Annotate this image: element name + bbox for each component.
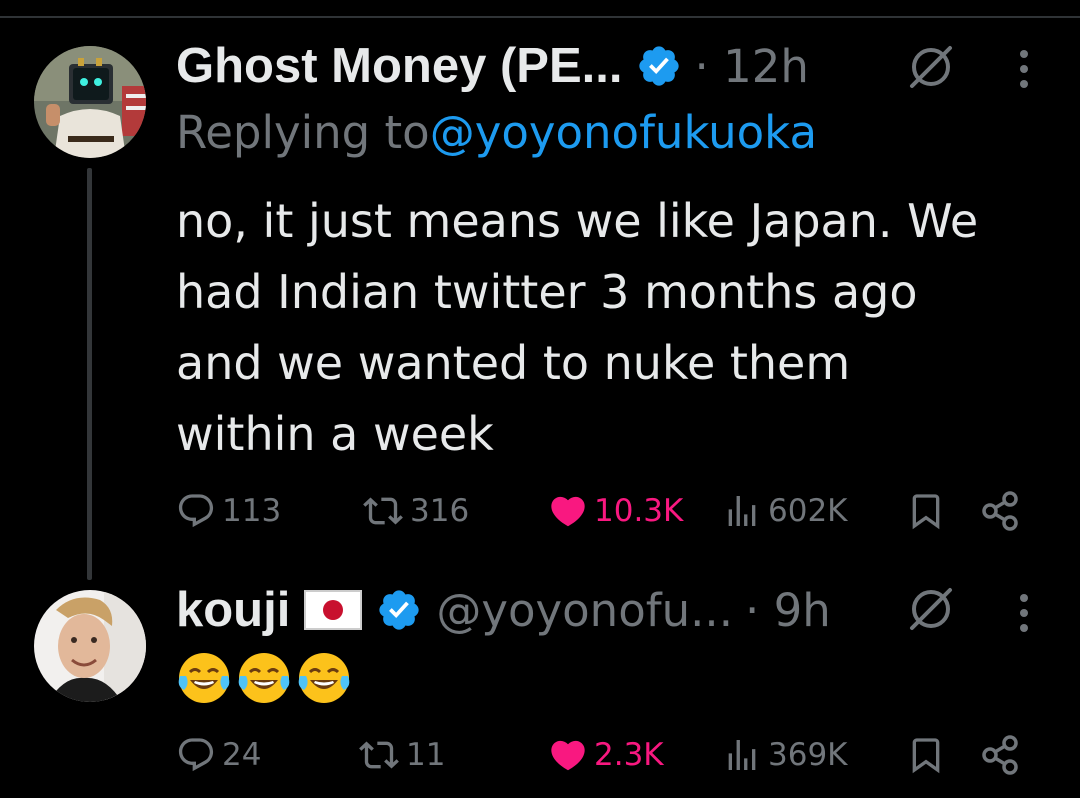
replying-handle-link[interactable]: @yoyonofukuoka — [430, 106, 817, 159]
views-button[interactable]: 602K — [722, 486, 848, 536]
bookmark-icon — [912, 494, 940, 530]
bookmark-button[interactable] — [906, 730, 946, 780]
like-count: 2.3K — [594, 737, 664, 773]
repost-icon — [363, 497, 403, 525]
bookmark-button[interactable] — [906, 486, 946, 536]
repost-button[interactable]: 316 — [362, 486, 469, 536]
author-name[interactable]: Ghost Money (PE... — [176, 38, 622, 94]
avatar-ghost-money[interactable] — [34, 46, 146, 158]
verified-badge-icon — [636, 43, 682, 89]
tweet-time[interactable]: · 9h — [745, 584, 831, 637]
reply-button[interactable]: 24 — [176, 730, 261, 780]
share-button[interactable] — [980, 730, 1022, 780]
tweet-text-line: and we wanted to nuke them — [176, 336, 851, 390]
grok-icon[interactable] — [906, 42, 956, 92]
reply-button[interactable]: 113 — [176, 486, 281, 536]
thread-line — [87, 168, 92, 580]
repost-count: 11 — [406, 737, 446, 773]
tweet-actions: 24 11 2.3K 369K — [176, 730, 1046, 780]
share-button[interactable] — [980, 486, 1022, 536]
tweet-text-line: had Indian twitter 3 months ago — [176, 265, 918, 319]
reply-count: 24 — [222, 737, 262, 773]
like-icon — [551, 496, 585, 527]
avatar-kouji[interactable] — [34, 590, 146, 702]
bookmark-icon — [912, 738, 940, 774]
reply-icon — [178, 494, 214, 528]
views-icon — [728, 740, 756, 770]
laughing-emoji-icon — [178, 653, 230, 703]
tweet-actions: 113 316 10.3K 602K — [176, 486, 1046, 536]
views-icon — [728, 496, 756, 526]
japan-flag-icon — [304, 590, 363, 630]
reply-icon — [178, 738, 214, 772]
views-count: 602K — [768, 493, 848, 529]
reply-count: 113 — [222, 493, 282, 529]
author-handle[interactable]: @yoyonofu... — [436, 584, 733, 637]
more-icon[interactable] — [1016, 590, 1032, 636]
like-button[interactable]: 10.3K — [548, 486, 683, 536]
repost-button[interactable]: 11 — [358, 730, 445, 780]
top-divider — [0, 16, 1080, 18]
tweet-text-line: no, it just means we like Japan. We — [176, 194, 979, 248]
repost-icon — [359, 741, 399, 769]
repost-count: 316 — [410, 493, 470, 529]
like-count: 10.3K — [594, 493, 684, 529]
share-icon — [982, 491, 1018, 531]
share-icon — [982, 735, 1018, 775]
author-name[interactable]: kouji — [176, 582, 290, 638]
tweet-text-line: within a week — [176, 407, 494, 461]
laughing-emoji-icon — [298, 653, 350, 703]
tweet-text: no, it just means we like Japan. We had … — [176, 186, 1056, 470]
like-icon — [551, 740, 585, 771]
tweet-time[interactable]: · 12h — [694, 40, 808, 93]
laughing-emoji-icon — [238, 653, 290, 703]
more-icon[interactable] — [1016, 46, 1032, 92]
like-button[interactable]: 2.3K — [548, 730, 664, 780]
grok-icon[interactable] — [906, 584, 956, 634]
views-count: 369K — [768, 737, 848, 773]
verified-badge-icon — [376, 587, 422, 633]
views-button[interactable]: 369K — [722, 730, 848, 780]
tweet-text: 😂😂😂 — [176, 650, 356, 706]
replying-to: Replying to @yoyonofukuoka — [176, 106, 817, 159]
replying-prefix: Replying to — [176, 106, 430, 159]
